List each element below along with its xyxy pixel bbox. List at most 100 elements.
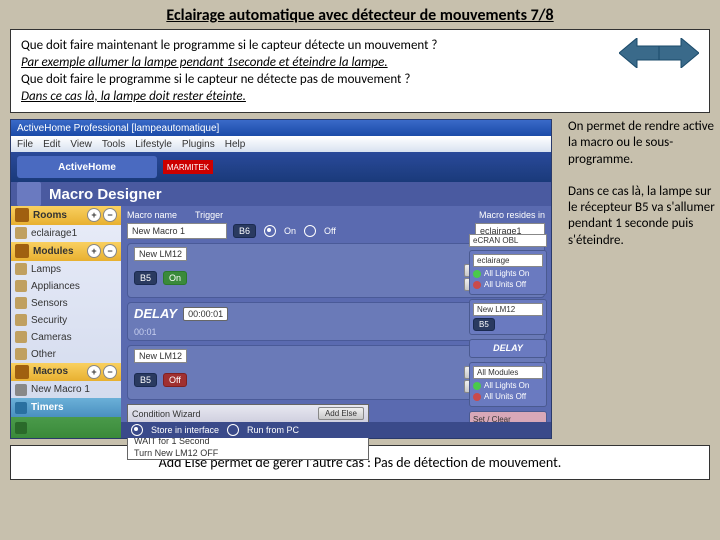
palette-all-modules[interactable]: All Modules All Lights On All Units Off <box>469 362 547 407</box>
macro-resides-label: Macro resides in <box>479 210 545 220</box>
trigger-code[interactable]: B6 <box>233 224 256 238</box>
sidebar-header-timers[interactable]: Timers <box>11 398 121 417</box>
sidebar-macro-newmacro1[interactable]: New Macro 1 <box>11 381 121 398</box>
trigger-label: Trigger <box>195 210 257 220</box>
rooms-plus-icon[interactable]: + <box>87 208 101 222</box>
palette-eclairage[interactable]: eclairage All Lights On All Units Off <box>469 250 547 295</box>
sidebar: Rooms +− eclairage1 Modules +− Lamps App… <box>11 206 121 438</box>
menu-lifestyle[interactable]: Lifestyle <box>135 139 172 150</box>
delay-label: DELAY <box>134 306 177 321</box>
sidebar-header-macros[interactable]: Macros +− <box>11 363 121 382</box>
palette-ecran: eCRAN OBL <box>469 234 547 247</box>
sidebar-item-sensors[interactable]: Sensors <box>11 295 121 312</box>
module-palette: eCRAN OBL eclairage All Lights On All Un… <box>469 234 547 441</box>
palette-lm12-title: New LM12 <box>473 303 543 316</box>
macro-name-field[interactable]: New Macro 1 <box>127 223 227 239</box>
modules-plus-icon[interactable]: + <box>87 244 101 258</box>
step1-code: B5 <box>134 271 157 285</box>
step1-state-on[interactable]: On <box>163 271 187 285</box>
menubar: File Edit View Tools Lifestyle Plugins H… <box>11 136 551 152</box>
all-lights-on: All Lights On <box>484 269 529 278</box>
palette-allmod-title: All Modules <box>473 366 543 379</box>
question-example-2: Dans ce cas là, la lampe doit rester éte… <box>21 89 699 104</box>
store-interface-radio[interactable] <box>131 424 143 436</box>
slide-title: Eclairage automatique avec détecteur de … <box>0 0 720 29</box>
sidebar-header-modules[interactable]: Modules +− <box>11 242 121 261</box>
timers-label: Timers <box>31 402 64 413</box>
script-line-3: Turn New LM12 OFF <box>128 447 368 459</box>
annotation-area: On permet de rendre active la macro ou l… <box>568 119 720 265</box>
macros-plus-icon[interactable]: + <box>87 365 101 379</box>
all-units-off: All Units Off <box>484 280 526 289</box>
palette-lm12[interactable]: New LM12 B5 <box>469 299 547 335</box>
appliances-label: Appliances <box>31 281 80 292</box>
palette-delay[interactable]: DELAY <box>469 339 547 358</box>
sidebar-header-rooms[interactable]: Rooms +− <box>11 206 121 225</box>
step3-code: B5 <box>134 373 157 387</box>
rooms-minus-icon[interactable]: − <box>103 208 117 222</box>
brand-text: ActiveHome <box>58 162 116 173</box>
annotation-1: On permet de rendre active la macro ou l… <box>568 119 720 168</box>
run-pc-radio[interactable] <box>227 424 239 436</box>
trigger-off-radio[interactable] <box>304 225 316 237</box>
question-box: Que doit faire maintenant le programme s… <box>10 29 710 113</box>
prev-arrow-icon[interactable] <box>619 38 659 68</box>
add-else-button[interactable]: Add Else <box>318 407 364 420</box>
gear-icon <box>17 182 41 206</box>
annotation-2: Dans ce cas là, la lampe sur le récepteu… <box>568 184 720 249</box>
macro-name-label: Macro name <box>127 210 189 220</box>
all-lights-on-2: All Lights On <box>484 381 529 390</box>
macro-item-label: New Macro 1 <box>31 384 90 395</box>
question-example-1: Par exemple allumer la lampe pendant 1se… <box>21 55 699 70</box>
macros-icon <box>15 365 29 379</box>
sidebar-item-lamps[interactable]: Lamps <box>11 261 121 278</box>
sidebar-room-eclairage1[interactable]: eclairage1 <box>11 225 121 242</box>
palette-lm12-code: B5 <box>473 318 495 331</box>
modules-label: Modules <box>33 246 74 257</box>
heading-bar: Macro Designer <box>11 182 551 206</box>
palette-delay-label: DELAY <box>493 343 523 353</box>
sidebar-item-cameras[interactable]: Cameras <box>11 329 121 346</box>
store-interface-label: Store in interface <box>151 425 219 435</box>
activehome-window: ActiveHome Professional [lampeautomatiqu… <box>10 119 552 439</box>
menu-tools[interactable]: Tools <box>102 139 125 150</box>
sidebar-item-security[interactable]: Security <box>11 312 121 329</box>
room-item-label: eclairage1 <box>31 228 77 239</box>
menu-file[interactable]: File <box>17 139 33 150</box>
modules-icon <box>15 244 29 258</box>
macro-designer-title: Macro Designer <box>49 186 162 203</box>
trigger-on-radio[interactable] <box>264 225 276 237</box>
brand-bar: ActiveHome MARMITEK <box>11 152 551 182</box>
menu-view[interactable]: View <box>70 139 92 150</box>
condition-wizard-label: Condition Wizard <box>132 409 201 419</box>
sidebar-item-other[interactable]: Other <box>11 346 121 363</box>
other-label: Other <box>31 349 56 360</box>
delay-value-field[interactable]: 00:00:01 <box>183 307 228 321</box>
question-line-1: Que doit faire maintenant le programme s… <box>21 38 699 53</box>
brand-tag: MARMITEK <box>163 160 213 174</box>
question-line-2: Que doit faire le programme si le capteu… <box>21 72 699 87</box>
all-units-off-2: All Units Off <box>484 392 526 401</box>
window-titlebar: ActiveHome Professional [lampeautomatiqu… <box>11 120 551 136</box>
run-pc-label: Run from PC <box>247 425 299 435</box>
next-arrow-icon[interactable] <box>659 38 699 68</box>
on-label: On <box>284 226 296 236</box>
sidebar-item-appliances[interactable]: Appliances <box>11 278 121 295</box>
lamps-label: Lamps <box>31 264 61 275</box>
macros-minus-icon[interactable]: − <box>103 365 117 379</box>
sensors-label: Sensors <box>31 298 68 309</box>
step3-state-off[interactable]: Off <box>163 373 187 387</box>
step3-module: New LM12 <box>134 349 187 363</box>
off-label: Off <box>324 226 336 236</box>
step1-module: New LM12 <box>134 247 187 261</box>
security-label: Security <box>31 315 67 326</box>
brand-logo: ActiveHome <box>17 156 157 178</box>
modules-minus-icon[interactable]: − <box>103 244 117 258</box>
menu-help[interactable]: Help <box>225 139 246 150</box>
sidebar-recycle-bin[interactable] <box>11 417 121 438</box>
menu-plugins[interactable]: Plugins <box>182 139 215 150</box>
recycle-icon <box>15 422 27 434</box>
palette-eclairage-title: eclairage <box>473 254 543 267</box>
cameras-label: Cameras <box>31 332 72 343</box>
menu-edit[interactable]: Edit <box>43 139 60 150</box>
